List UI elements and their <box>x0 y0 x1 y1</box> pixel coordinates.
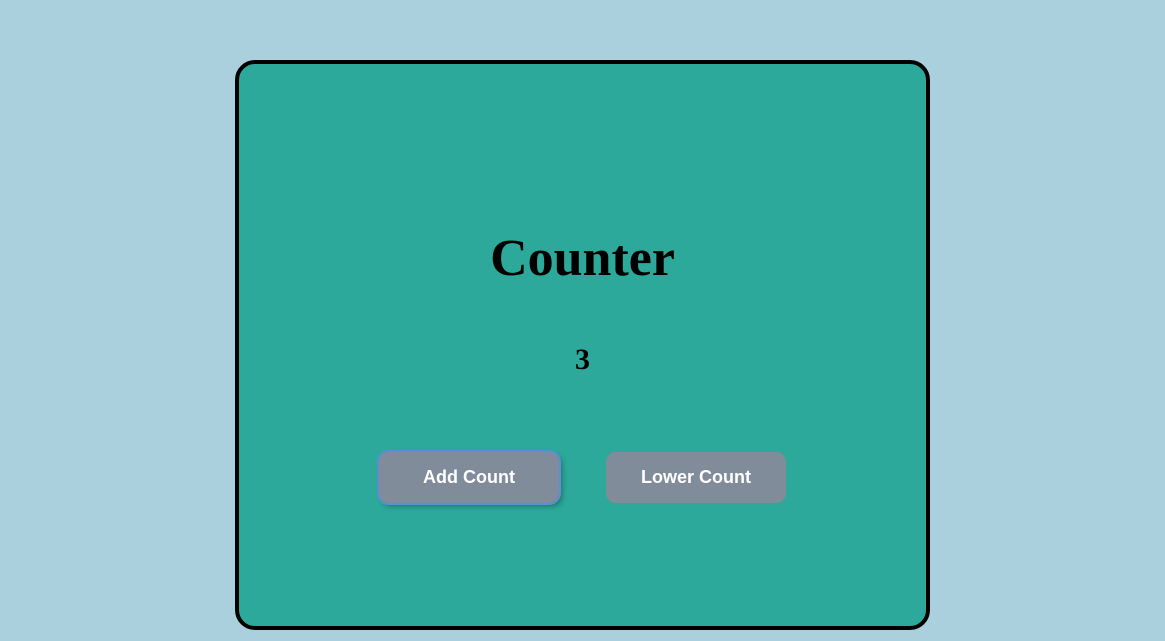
counter-title: Counter <box>490 229 675 288</box>
counter-value: 3 <box>575 343 590 377</box>
lower-count-button[interactable]: Lower Count <box>606 452 786 503</box>
counter-card: Counter 3 Add Count Lower Count <box>235 60 930 630</box>
add-count-button[interactable]: Add Count <box>379 452 559 503</box>
button-row: Add Count Lower Count <box>379 452 786 503</box>
